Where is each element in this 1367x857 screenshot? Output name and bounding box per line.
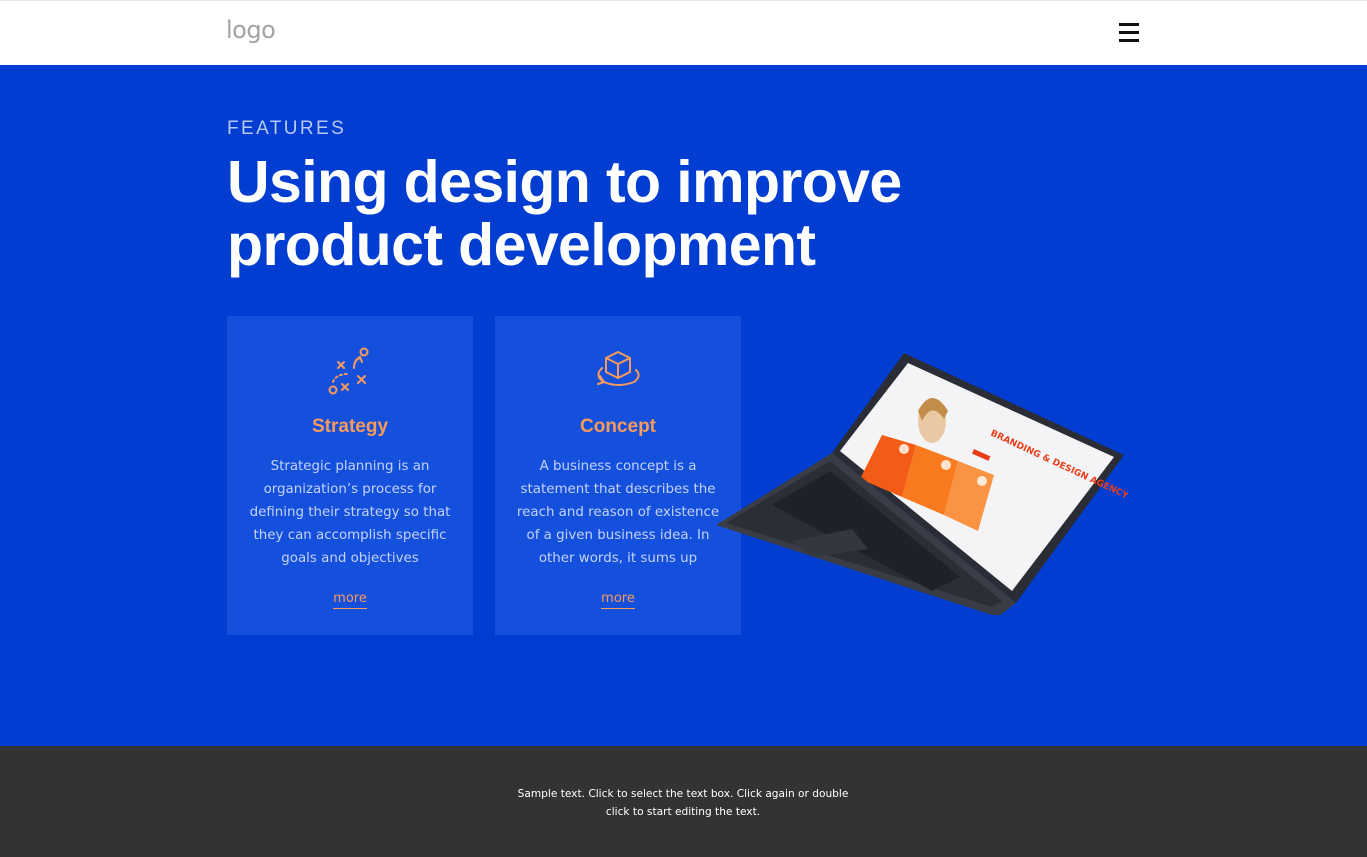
laptop-image: BRANDING & DESIGN AGENCY: [716, 353, 1128, 615]
card-title: Concept: [580, 416, 656, 437]
footer-text[interactable]: Sample text. Click to select the text bo…: [513, 785, 853, 821]
strategy-icon: [328, 347, 369, 395]
card-description: Strategic planning is an organization’s …: [249, 459, 451, 566]
site-header: logo: [0, 0, 1367, 65]
feature-card-strategy: Strategy Strategic planning is an organi…: [227, 316, 473, 635]
hamburger-menu-icon[interactable]: [1117, 23, 1141, 45]
site-footer: Sample text. Click to select the text bo…: [0, 746, 1367, 857]
section-eyebrow: FEATURES: [227, 118, 347, 139]
more-link[interactable]: more: [333, 591, 367, 609]
section-headline: Using design to improve product developm…: [227, 149, 902, 278]
cube-concept-icon: [597, 351, 640, 386]
card-description: A business concept is a statement that d…: [516, 459, 720, 566]
more-link[interactable]: more: [601, 591, 635, 609]
card-title: Strategy: [311, 416, 389, 437]
features-section: FEATURES Using design to improve product…: [0, 65, 1367, 746]
logo[interactable]: logo: [226, 16, 276, 44]
feature-card-concept: Concept A business concept is a statemen…: [495, 316, 741, 635]
